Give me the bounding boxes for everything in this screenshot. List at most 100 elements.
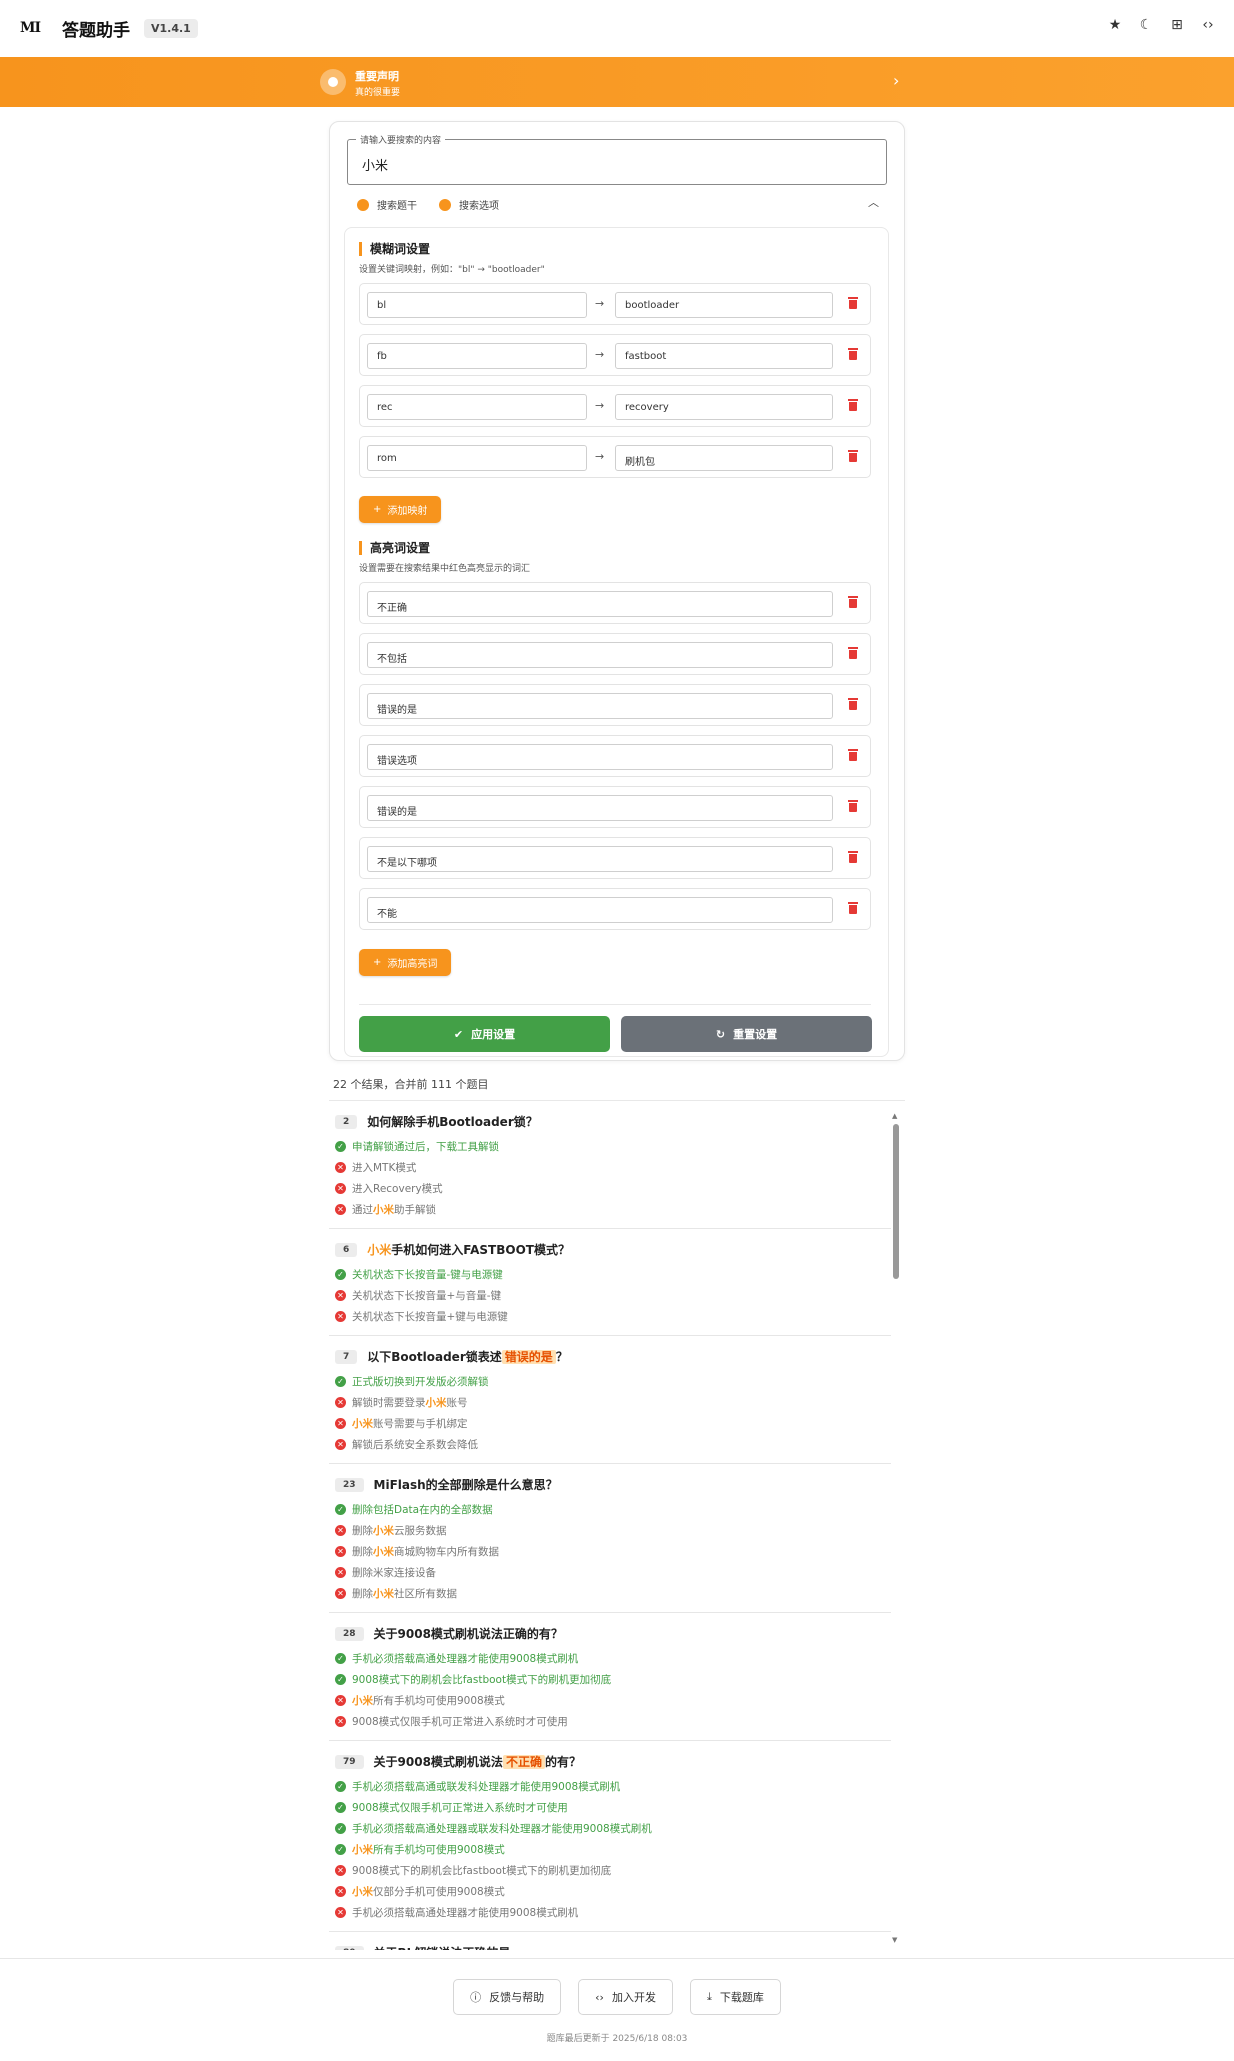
moon-icon[interactable]: ☾	[1138, 17, 1154, 33]
question-item: 2 如何解除手机Bootloader锁？ ✓ 申请解锁通过后，下载工具解锁 ✕ 进入MTK…	[329, 1101, 891, 1229]
chevron-right-icon[interactable]: ›	[893, 71, 899, 90]
question-title: 关于9008模式刷机说法正确的有？	[374, 1625, 563, 1642]
question-title: 关于BL解锁说法正确的是	[374, 1944, 511, 1950]
cross-circle-icon: ✕	[335, 1695, 346, 1706]
highlighted-text: 不正确	[502, 1755, 545, 1769]
answer-option: ✕ 解锁后系统安全系数会降低	[335, 1434, 891, 1455]
cross-circle-icon: ✕	[335, 1183, 346, 1194]
apply-settings-button[interactable]: ✔ 应用设置	[359, 1016, 610, 1052]
highlight-input[interactable]: 不正确	[367, 591, 833, 617]
answer-option: ✓ 关机状态下长按音量-键与电源键	[335, 1264, 891, 1285]
text-segment: 账号	[446, 1397, 468, 1409]
answer-option: ✕ 删除米家连接设备	[335, 1562, 891, 1583]
divider	[359, 1004, 871, 1005]
answer-text: 删除包括Data在内的全部数据	[352, 1502, 493, 1517]
option-search-options[interactable]: 搜索选项	[439, 197, 499, 212]
scroll-up-icon[interactable]: ▲	[892, 1112, 897, 1120]
grid-icon[interactable]: ⊞	[1169, 17, 1185, 33]
highlighted-text: 小米	[367, 1243, 392, 1257]
join-dev-button[interactable]: ‹› 加入开发	[578, 1979, 673, 2015]
question-header: 7 以下Bootloader锁表述 错误的是？	[335, 1348, 891, 1365]
text-segment: 进入MTK模式	[352, 1162, 417, 1174]
scroll-thumb[interactable]	[893, 1124, 899, 1279]
delete-icon[interactable]	[848, 297, 858, 309]
mapping-to-input[interactable]: 刷机包	[615, 445, 833, 471]
question-number: 28	[335, 1626, 364, 1641]
join-label: 加入开发	[611, 1991, 656, 2004]
radio-icon[interactable]	[439, 198, 451, 211]
delete-icon[interactable]	[848, 800, 858, 812]
answer-option: ✓ 9008模式下的刷机会比fastboot模式下的刷机更加彻底	[335, 1669, 891, 1690]
highlight-input[interactable]: 错误的是	[367, 795, 833, 821]
answer-option: ✕ 关机状态下长按音量+与音量-键	[335, 1285, 891, 1306]
answer-option: ✓ 小米所有手机均可使用9008模式	[335, 1839, 891, 1860]
cross-circle-icon: ✕	[335, 1865, 346, 1876]
answer-option: ✕ 进入Recovery模式	[335, 1178, 891, 1199]
answer-option: ✓ 9008模式仅限手机可正常进入系统时才可使用	[335, 1797, 891, 1818]
delete-icon[interactable]	[848, 647, 858, 659]
text-segment: 通过	[352, 1204, 373, 1216]
announcement-banner[interactable]: 重要声明 真的很重要 ›	[0, 57, 1234, 107]
mapping-to-input[interactable]: recovery	[615, 394, 833, 420]
add-mapping-label: 添加映射	[387, 506, 428, 517]
check-icon: ✔	[453, 1027, 464, 1041]
text-segment: 9008模式仅限手机可正常进入系统时才可使用	[352, 1716, 568, 1728]
chevron-up-icon[interactable]: ︿	[868, 194, 879, 210]
reset-settings-button[interactable]: ↻ 重置设置	[621, 1016, 872, 1052]
add-mapping-button[interactable]: + 添加映射	[359, 496, 442, 523]
delete-icon[interactable]	[848, 902, 858, 914]
result-summary: 22 个结果，合并前 111 个题目	[333, 1078, 489, 1091]
download-button[interactable]: ⤓ 下载题库	[689, 1979, 781, 2015]
answer-text: 删除小米社区所有数据	[352, 1586, 457, 1601]
mapping-from-input[interactable]: bl	[367, 292, 587, 318]
delete-icon[interactable]	[848, 596, 858, 608]
question-item: 28 关于9008模式刷机说法正确的有？ ✓ 手机必须搭载高通处理器才能使用9008模…	[329, 1613, 891, 1741]
mapping-to-input[interactable]: bootloader	[615, 292, 833, 318]
text-segment: 关机状态下长按音量+与音量-键	[352, 1290, 502, 1302]
results-scrollbar[interactable]: ▲ ▼	[892, 1112, 900, 1947]
option-search-stem[interactable]: 搜索题干	[357, 197, 417, 212]
scroll-down-icon[interactable]: ▼	[892, 1936, 897, 1944]
cross-circle-icon: ✕	[335, 1162, 346, 1173]
text-segment: 解锁后系统安全系数会降低	[352, 1439, 478, 1451]
mapping-from-input[interactable]: rec	[367, 394, 587, 420]
delete-icon[interactable]	[848, 698, 858, 710]
mapping-from-input[interactable]: fb	[367, 343, 587, 369]
highlight-input[interactable]: 不是以下哪项	[367, 846, 833, 872]
feedback-button[interactable]: ⓘ 反馈与帮助	[453, 1979, 562, 2015]
results-list[interactable]: 2 如何解除手机Bootloader锁？ ✓ 申请解锁通过后，下载工具解锁 ✕ 进入MTK…	[329, 1100, 905, 1950]
radio-icon[interactable]	[357, 198, 369, 211]
highlighted-text: 小米	[352, 1886, 373, 1898]
answer-text: 9008模式下的刷机会比fastboot模式下的刷机更加彻底	[352, 1672, 611, 1687]
text-segment: 助手解锁	[394, 1204, 436, 1216]
add-highlight-button[interactable]: + 添加高亮词	[359, 949, 452, 976]
answer-option: ✓ 删除包括Data在内的全部数据	[335, 1499, 891, 1520]
feedback-label: 反馈与帮助	[489, 1991, 545, 2004]
text-segment: ？	[555, 1350, 568, 1364]
text-segment: 手机必须搭载高通或联发科处理器才能使用9008模式刷机	[352, 1781, 621, 1793]
delete-icon[interactable]	[848, 450, 858, 462]
answer-text: 小米仅部分手机可使用9008模式	[352, 1884, 505, 1899]
delete-icon[interactable]	[848, 399, 858, 411]
star-icon[interactable]: ★	[1107, 17, 1123, 33]
top-bar: MI 答题助手 V1.4.1 ★ ☾ ⊞ ‹›	[0, 0, 1234, 56]
answer-text: 解锁时需要登录小米账号	[352, 1395, 468, 1410]
text-segment: 关于9008模式刷机说法	[373, 1755, 503, 1769]
delete-icon[interactable]	[848, 851, 858, 863]
highlight-section-desc: 设置需要在搜索结果中红色高亮显示的词汇	[359, 564, 531, 574]
highlight-input[interactable]: 不包括	[367, 642, 833, 668]
delete-icon[interactable]	[848, 348, 858, 360]
search-input[interactable]: 请输入要搜索的内容 小米	[347, 133, 887, 185]
answer-text: 正式版切换到开发版必须解锁	[352, 1374, 489, 1389]
delete-icon[interactable]	[848, 749, 858, 761]
text-segment: 9008模式下的刷机会比fastboot模式下的刷机更加彻底	[352, 1865, 612, 1877]
question-header: 80 关于BL解锁说法正确的是	[335, 1944, 891, 1950]
code-icon[interactable]: ‹›	[1200, 17, 1216, 33]
mapping-to-input[interactable]: fastboot	[615, 343, 833, 369]
highlight-input[interactable]: 不能	[367, 897, 833, 923]
mapping-from-input[interactable]: rom	[367, 445, 587, 471]
search-value[interactable]: 小米	[362, 155, 388, 174]
answer-text: 手机必须搭载高通或联发科处理器才能使用9008模式刷机	[352, 1779, 620, 1794]
highlight-input[interactable]: 错误的是	[367, 693, 833, 719]
highlight-input[interactable]: 错误选项	[367, 744, 833, 770]
